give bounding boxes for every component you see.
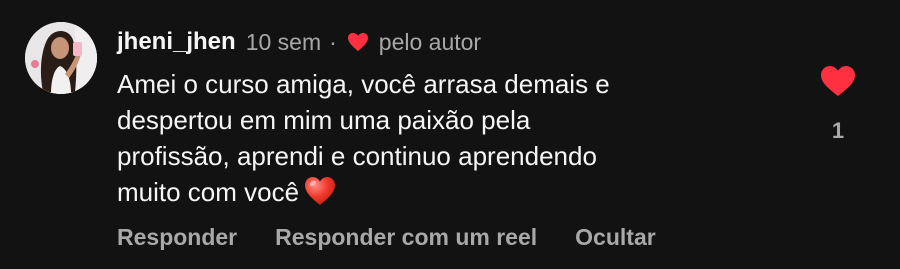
comment: jheni_jhen 10 sem · pelo autor Amei o cu… bbox=[0, 0, 900, 269]
liked-by-author-label: pelo autor bbox=[378, 28, 482, 55]
comment-text-line-last: muito com você bbox=[117, 174, 737, 210]
like-area: 1 bbox=[818, 64, 858, 144]
reply-button[interactable]: Responder bbox=[117, 224, 237, 251]
comment-text-line: muito com você bbox=[117, 177, 300, 207]
comment-actions: Responder Responder com um reel Ocultar bbox=[117, 224, 656, 251]
separator-dot: · bbox=[329, 28, 337, 55]
like-count: 1 bbox=[831, 118, 845, 143]
comment-text-line: despertou em mim uma paixão pela bbox=[117, 105, 531, 135]
comment-text: Amei o curso amiga, você arrasa demais e… bbox=[117, 66, 737, 210]
avatar-image bbox=[25, 22, 97, 94]
heart-icon bbox=[347, 32, 369, 52]
heart-icon[interactable] bbox=[819, 64, 857, 98]
reply-with-reel-button[interactable]: Responder com um reel bbox=[275, 224, 537, 251]
hide-button[interactable]: Ocultar bbox=[575, 224, 656, 251]
comment-header: jheni_jhen 10 sem · pelo autor bbox=[117, 27, 481, 57]
username[interactable]: jheni_jhen bbox=[117, 28, 236, 56]
red-heart-emoji-icon bbox=[303, 175, 337, 207]
comment-text-line: profissão, aprendi e continuo aprendendo bbox=[117, 141, 597, 171]
timestamp: 10 sem bbox=[245, 28, 322, 55]
avatar[interactable] bbox=[25, 22, 97, 94]
comment-text-line: Amei o curso amiga, você arrasa demais e bbox=[117, 69, 610, 99]
